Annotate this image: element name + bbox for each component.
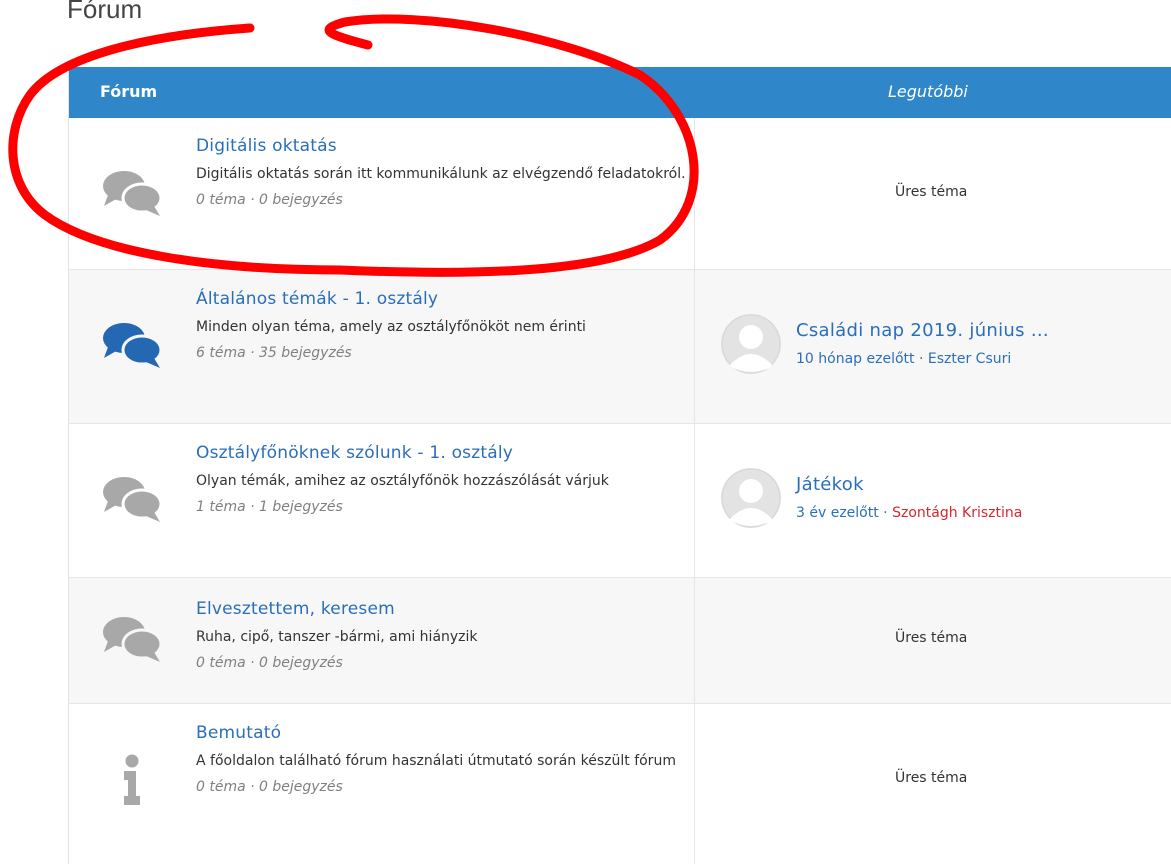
latest-topic-link[interactable]: Családi nap 2019. június ... [796, 320, 1049, 341]
latest-time-link[interactable]: 3 év ezelőtt [796, 505, 879, 521]
forum-info: Elvesztettem, keresem Ruha, cipő, tansze… [196, 598, 686, 673]
latest-time-link[interactable]: 10 hónap ezelőtt [796, 351, 915, 367]
latest-topic-link[interactable]: Játékok [796, 474, 864, 495]
default-avatar-icon [721, 314, 781, 374]
latest-meta: 10 hónap ezelőtt · Eszter Csuri [796, 351, 1011, 367]
header-latest: Legutóbbi [888, 82, 968, 101]
forum-table: Fórum Legutóbbi Digitális oktatás Digitá… [68, 67, 1171, 864]
table-header: Fórum Legutóbbi [69, 67, 1171, 118]
forum-stats: 0 téma · 0 bejegyzés [196, 779, 343, 795]
forum-info: Digitális oktatás Digitális oktatás sorá… [196, 135, 686, 210]
latest-meta: 3 év ezelőtt · Szontágh Krisztina [796, 505, 1022, 521]
forum-row-bemutato: Bemutató A főoldalon található fórum has… [69, 704, 1171, 864]
forum-title-link[interactable]: Elvesztettem, keresem [196, 598, 686, 620]
forum-stats: 0 téma · 0 bejegyzés [196, 192, 343, 208]
forum-description: Digitális oktatás során itt kommunikálun… [196, 166, 686, 182]
default-avatar-icon [721, 468, 781, 528]
chat-bubbles-icon [103, 323, 162, 368]
avatar[interactable] [721, 468, 781, 528]
latest-empty: Üres téma [895, 184, 968, 200]
forum-stats: 6 téma · 35 bejegyzés [196, 345, 352, 361]
chat-bubbles-icon [103, 171, 162, 216]
forum-row-osztalyfonoknek: Osztályfőnöknek szólunk - 1. osztály Oly… [69, 424, 1171, 578]
header-forum: Fórum [100, 82, 158, 101]
latest-author-link[interactable]: Eszter Csuri [928, 351, 1011, 367]
latest-empty: Üres téma [895, 630, 968, 646]
meta-separator: · [883, 505, 888, 521]
forum-title-link[interactable]: Bemutató [196, 722, 686, 744]
forum-description: Minden olyan téma, amely az osztályfőnök… [196, 319, 586, 335]
avatar[interactable] [721, 314, 781, 374]
latest-author-link[interactable]: Szontágh Krisztina [892, 505, 1022, 521]
meta-separator: · [918, 351, 924, 367]
forum-description: A főoldalon található fórum használati ú… [196, 753, 676, 769]
forum-description: Olyan témák, amihez az osztályfőnök hozz… [196, 473, 609, 489]
forum-title-link[interactable]: Digitális oktatás [196, 135, 686, 157]
forum-title-link[interactable]: Osztályfőnöknek szólunk - 1. osztály [196, 442, 686, 464]
forum-stats: 0 téma · 0 bejegyzés [196, 655, 343, 671]
forum-info: Bemutató A főoldalon található fórum has… [196, 722, 686, 797]
forum-row-altalanos-temak: Általános témák - 1. osztály Minden olya… [69, 270, 1171, 424]
forum-title-link[interactable]: Általános témák - 1. osztály [196, 288, 686, 310]
info-icon [124, 754, 140, 805]
forum-row-digitalis-oktatas: Digitális oktatás Digitális oktatás sorá… [69, 118, 1171, 270]
forum-info: Általános témák - 1. osztály Minden olya… [196, 288, 686, 363]
forum-info: Osztályfőnöknek szólunk - 1. osztály Oly… [196, 442, 686, 517]
latest-empty: Üres téma [895, 770, 968, 786]
forum-description: Ruha, cipő, tanszer -bármi, ami hiányzik [196, 629, 478, 645]
forum-row-elvesztettem: Elvesztettem, keresem Ruha, cipő, tansze… [69, 578, 1171, 704]
chat-bubbles-icon [103, 477, 162, 522]
page-title: Fórum [67, 0, 143, 24]
forum-stats: 1 téma · 1 bejegyzés [196, 499, 343, 515]
chat-bubbles-icon [103, 617, 162, 662]
